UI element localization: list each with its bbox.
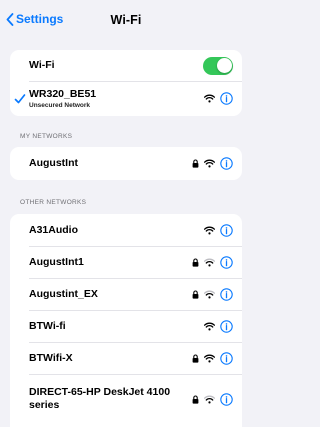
connected-network-text: WR320_BE51 Unsecured Network bbox=[29, 88, 204, 110]
row-icons bbox=[192, 392, 233, 406]
other-networks-card: A31Audio AugustInt1 Augustint_EX BTWi-fi… bbox=[10, 214, 242, 427]
lock-icon bbox=[192, 258, 199, 267]
lock-icon bbox=[192, 354, 199, 363]
info-icon[interactable] bbox=[220, 287, 233, 301]
network-name: DIRECT-65-HP DeskJet 4100 series bbox=[29, 386, 171, 411]
info-icon[interactable] bbox=[220, 157, 233, 170]
network-row[interactable]: AugustInt1 bbox=[10, 246, 242, 278]
lock-icon bbox=[192, 159, 199, 168]
network-row[interactable]: Augustint_EX bbox=[10, 278, 242, 310]
info-icon[interactable] bbox=[220, 92, 233, 105]
row-icons bbox=[204, 223, 233, 237]
info-icon[interactable] bbox=[220, 223, 233, 237]
info-icon[interactable] bbox=[220, 392, 233, 406]
wifi-signal-icon bbox=[204, 226, 215, 234]
wifi-signal-icon bbox=[204, 94, 215, 103]
wifi-signal-icon bbox=[204, 159, 215, 168]
my-networks-header: MY NETWORKS bbox=[20, 133, 73, 140]
wifi-signal-icon bbox=[204, 354, 215, 362]
wifi-toggle-row: Wi-Fi bbox=[10, 50, 242, 81]
page-title: Wi-Fi bbox=[110, 13, 142, 27]
lock-icon bbox=[192, 290, 199, 299]
row-icons bbox=[204, 319, 233, 333]
wifi-signal-weak-icon bbox=[204, 395, 215, 403]
connected-network-subtitle: Unsecured Network bbox=[29, 101, 91, 109]
checkmark-icon bbox=[14, 93, 26, 103]
wifi-settings-screen: Settings Wi-Fi Wi-Fi WR320_BE51 Unsecure… bbox=[0, 0, 252, 427]
row-icons bbox=[192, 287, 233, 301]
wifi-toggle-label: Wi-Fi bbox=[29, 59, 55, 71]
network-name: AugustInt1 bbox=[29, 255, 84, 268]
wifi-signal-weak-icon bbox=[204, 258, 215, 266]
row-icons bbox=[204, 92, 233, 105]
network-name: AugustInt bbox=[29, 157, 78, 169]
toggle-knob bbox=[216, 58, 232, 73]
wifi-card: Wi-Fi WR320_BE51 Unsecured Network bbox=[10, 50, 242, 116]
info-icon[interactable] bbox=[220, 351, 233, 365]
row-icons bbox=[192, 255, 233, 269]
network-name: Augustint_EX bbox=[29, 287, 98, 300]
info-icon[interactable] bbox=[220, 319, 233, 333]
other-networks-header: OTHER NETWORKS bbox=[20, 199, 87, 206]
connected-network-name: WR320_BE51 bbox=[29, 87, 97, 100]
my-networks-card: AugustInt bbox=[10, 147, 242, 180]
row-icons bbox=[192, 157, 233, 170]
network-name: A31Audio bbox=[29, 223, 79, 236]
network-name: BTWifi-X bbox=[29, 351, 73, 364]
wifi-toggle[interactable] bbox=[203, 56, 233, 75]
network-row[interactable]: A31Audio bbox=[10, 214, 242, 246]
network-row[interactable]: BTWifi-X bbox=[10, 342, 242, 374]
network-row[interactable]: DIRECT-65-HP DeskJet 4100 series bbox=[10, 374, 242, 424]
connected-network-row[interactable]: WR320_BE51 Unsecured Network bbox=[10, 81, 242, 116]
row-icons bbox=[192, 351, 233, 365]
wifi-signal-weak-icon bbox=[204, 290, 215, 298]
lock-icon bbox=[192, 395, 199, 404]
network-row[interactable]: AugustInt bbox=[10, 147, 242, 180]
nav-bar: Settings Wi-Fi bbox=[0, 0, 252, 44]
network-name: BTWi-fi bbox=[29, 319, 66, 332]
wifi-signal-icon bbox=[204, 322, 215, 330]
network-row[interactable]: BTWi-fi bbox=[10, 310, 242, 342]
info-icon[interactable] bbox=[220, 255, 233, 269]
